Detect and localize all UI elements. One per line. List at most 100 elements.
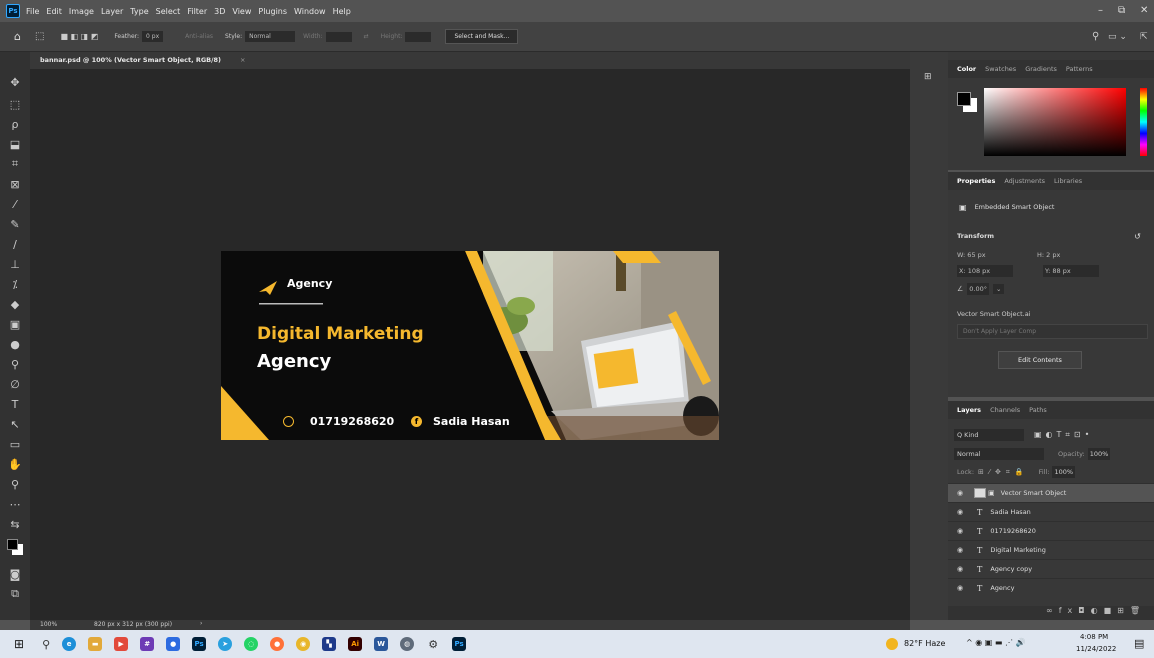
firefox-icon[interactable]: ●: [270, 637, 285, 651]
layer-actions-bar[interactable]: ∞fx◘◐■⊞🗑: [948, 606, 1154, 620]
tab-patterns[interactable]: Patterns: [1066, 65, 1093, 73]
layer-comp-select[interactable]: Don't Apply Layer Comp: [957, 324, 1148, 339]
menu-type[interactable]: Type: [130, 7, 148, 16]
lasso-tool-icon[interactable]: ρ: [0, 114, 30, 134]
marquee-tool-icon[interactable]: ⬚: [35, 31, 44, 42]
file-explorer-icon[interactable]: ▬: [88, 637, 103, 651]
visibility-eye-icon[interactable]: ◉: [957, 565, 965, 573]
whatsapp-taskbar-icon[interactable]: ◌: [244, 637, 259, 651]
color-picker-field[interactable]: [984, 88, 1126, 156]
object-select-tool-icon[interactable]: ⬓: [0, 134, 30, 154]
menu-window[interactable]: Window: [294, 7, 326, 16]
antialias-checkbox[interactable]: Anti-alias: [185, 33, 213, 40]
frame-tool-icon[interactable]: ⊠: [0, 174, 30, 194]
x-position-input[interactable]: X: 108 px: [957, 265, 1013, 277]
workspace-icon[interactable]: ▭ ⌄: [1108, 32, 1127, 42]
history-panel-icon[interactable]: ⊞: [924, 72, 948, 82]
home-icon[interactable]: ⌂: [14, 30, 21, 43]
tab-layers[interactable]: Layers: [957, 406, 981, 414]
illustrator-icon[interactable]: Ai: [348, 637, 363, 651]
share-icon[interactable]: ⇱: [1140, 32, 1148, 42]
move-tool-icon[interactable]: ✥: [0, 70, 30, 94]
hand-tool-icon[interactable]: ✋: [0, 454, 30, 474]
banner-artwork[interactable]: Agency Digital Marketing Agency 01719268…: [221, 251, 719, 440]
system-tray-icons[interactable]: ^ ◉ ▣ ▬ ⋰ 🔊: [966, 638, 1025, 647]
swap-icon[interactable]: ⇄: [364, 33, 369, 40]
chrome-icon[interactable]: ◉: [296, 637, 311, 651]
style-select[interactable]: Normal: [245, 31, 296, 42]
height-value[interactable]: H: 2 px: [1037, 251, 1060, 259]
lock-icons[interactable]: ⊞⁄✥⌗🔒: [978, 468, 1029, 477]
rectangle-tool-icon[interactable]: ▭: [0, 434, 30, 454]
type-tool-icon[interactable]: T: [0, 394, 30, 414]
y-position-input[interactable]: Y: 88 px: [1043, 265, 1099, 277]
pen-tool-icon[interactable]: ∅: [0, 374, 30, 394]
layer-row-text[interactable]: ◉ T 01719268620: [948, 521, 1154, 540]
menu-file[interactable]: File: [26, 7, 39, 16]
color-swatches-icon[interactable]: [0, 534, 30, 560]
visibility-eye-icon[interactable]: ◉: [957, 489, 965, 497]
edit-contents-button[interactable]: Edit Contents: [998, 351, 1082, 369]
layer-row-text[interactable]: ◉ T Sadia Hasan: [948, 502, 1154, 521]
history-brush-tool-icon[interactable]: ⁒: [0, 274, 30, 294]
fill-input[interactable]: 100%: [1052, 466, 1076, 478]
photoshop-taskbar-icon[interactable]: Ps: [192, 637, 207, 651]
layer-row-smart-object[interactable]: ◉ ▣ Vector Smart Object: [948, 483, 1154, 502]
visibility-eye-icon[interactable]: ◉: [957, 508, 965, 516]
opacity-input[interactable]: 100%: [1087, 448, 1111, 460]
clone-stamp-tool-icon[interactable]: ⊥: [0, 254, 30, 274]
blend-mode-select[interactable]: Normal: [954, 448, 1044, 460]
eraser-tool-icon[interactable]: ◆: [0, 294, 30, 314]
more-tools-icon[interactable]: ⋯: [0, 494, 30, 514]
search-icon[interactable]: ⚲: [1092, 31, 1099, 42]
marquee-tool-icon[interactable]: ⬚: [0, 94, 30, 114]
hue-slider[interactable]: [1140, 88, 1147, 156]
menu-select[interactable]: Select: [156, 7, 181, 16]
chrome-profile-icon[interactable]: ◍: [400, 637, 415, 651]
layer-row-text[interactable]: ◉ T Agency: [948, 578, 1154, 597]
layer-row-text[interactable]: ◉ T Digital Marketing: [948, 540, 1154, 559]
selection-mode-icons[interactable]: ■ ◧ ◨ ◩: [60, 32, 98, 41]
tab-channels[interactable]: Channels: [990, 406, 1020, 414]
search-icon[interactable]: ⚲: [42, 638, 50, 651]
dodge-tool-icon[interactable]: ⚲: [0, 354, 30, 374]
reset-transform-icon[interactable]: ↺: [1134, 232, 1141, 241]
restore-icon[interactable]: ⧉: [1118, 5, 1125, 16]
edge-browser-icon[interactable]: e: [62, 637, 77, 651]
feather-input[interactable]: 0 px: [142, 31, 164, 42]
menu-image[interactable]: Image: [69, 7, 94, 16]
visibility-eye-icon[interactable]: ◉: [957, 546, 965, 554]
path-select-tool-icon[interactable]: ↖: [0, 414, 30, 434]
tab-properties[interactable]: Properties: [957, 177, 995, 185]
width-value[interactable]: W: 65 px: [957, 251, 1037, 259]
crop-tool-icon[interactable]: ⌗: [0, 154, 30, 174]
eyedropper-tool-icon[interactable]: ⁄: [0, 194, 30, 214]
tab-adjustments[interactable]: Adjustments: [1004, 177, 1045, 185]
layer-kind-filter[interactable]: Q Kind: [954, 429, 1024, 441]
telegram-icon[interactable]: ➤: [218, 637, 233, 651]
foreground-color-swatch[interactable]: [957, 92, 971, 106]
windows-start-icon[interactable]: ⊞: [14, 637, 24, 651]
select-and-mask-button[interactable]: Select and Mask...: [445, 29, 519, 44]
swap-colors-icon[interactable]: ⇆: [0, 514, 30, 534]
menu-help[interactable]: Help: [333, 7, 351, 16]
notifications-icon[interactable]: ▤: [1134, 637, 1144, 650]
weather-text[interactable]: 82°F Haze: [904, 639, 945, 648]
tab-libraries[interactable]: Libraries: [1054, 177, 1082, 185]
close-tab-icon[interactable]: ×: [240, 56, 245, 64]
menu-3d[interactable]: 3D: [214, 7, 225, 16]
zoom-tool-icon[interactable]: ⚲: [0, 474, 30, 494]
quick-mask-icon[interactable]: ◙: [0, 564, 30, 584]
menu-edit[interactable]: Edit: [46, 7, 62, 16]
status-arrow-icon[interactable]: ›: [200, 620, 202, 627]
menu-plugins[interactable]: Plugins: [258, 7, 287, 16]
zoom-level[interactable]: 100%: [40, 621, 57, 628]
menu-view[interactable]: View: [232, 7, 251, 16]
layer-filter-icons[interactable]: ▣◐T⌗⊡•: [1034, 430, 1093, 440]
tab-color[interactable]: Color: [957, 65, 976, 73]
minimize-icon[interactable]: –: [1098, 5, 1103, 16]
photoshop-taskbar-icon-2[interactable]: Ps: [452, 637, 467, 651]
visibility-eye-icon[interactable]: ◉: [957, 527, 965, 535]
word-icon[interactable]: W: [374, 637, 389, 651]
brush-tool-icon[interactable]: ∕: [0, 234, 30, 254]
